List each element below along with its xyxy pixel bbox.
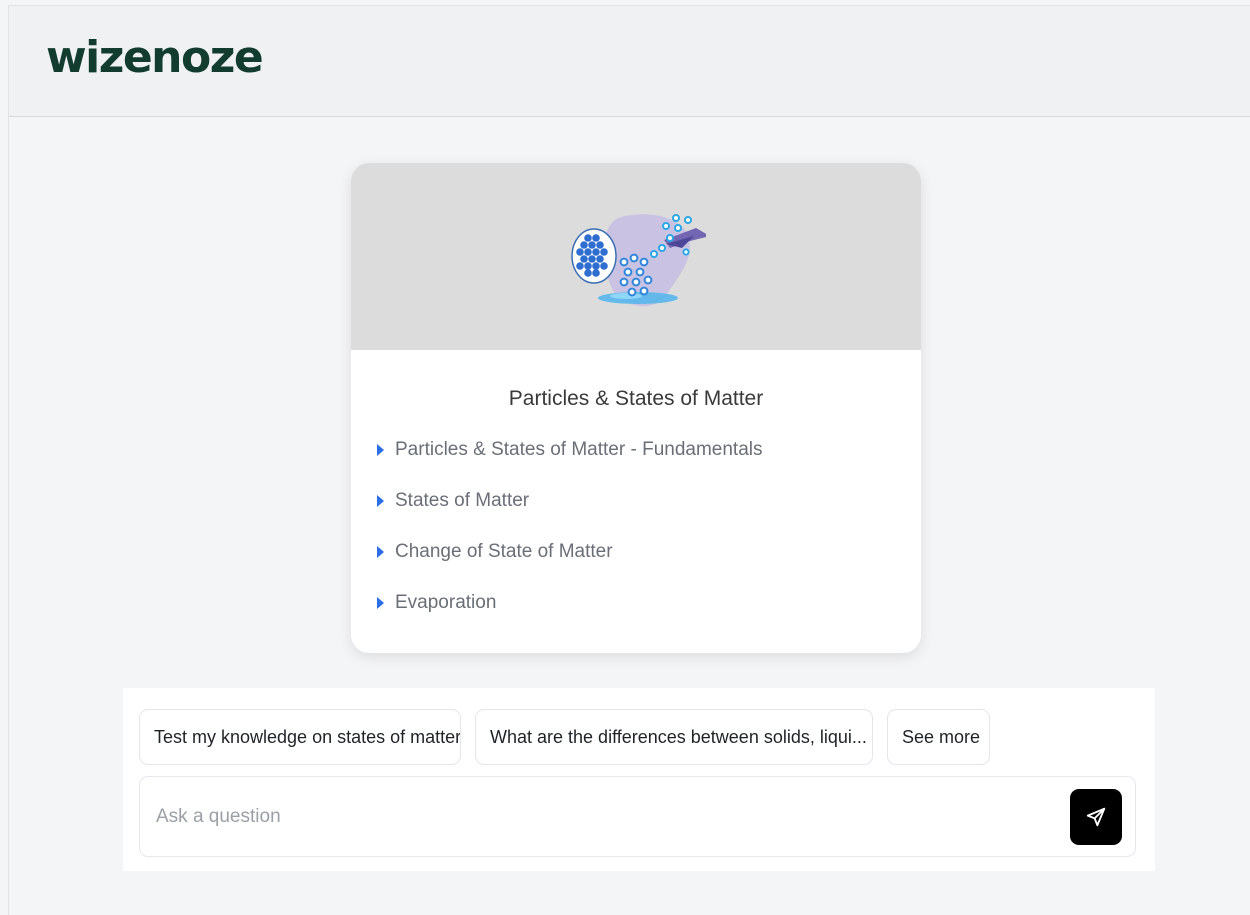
topic-item-label: Change of State of Matter <box>395 541 613 562</box>
topic-item-label: States of Matter <box>395 490 530 511</box>
chat-panel: Test my knowledge on states of matter Wh… <box>123 688 1155 871</box>
topic-list: Particles & States of Matter - Fundament… <box>377 439 763 643</box>
topic-item-states-of-matter[interactable]: States of Matter <box>377 490 763 541</box>
ask-question-input[interactable] <box>156 803 1036 831</box>
particles-illustration-icon <box>571 214 706 307</box>
app-frame: wizenoze Particles & States of Matter Pa… <box>8 5 1250 915</box>
topic-item-evaporation[interactable]: Evaporation <box>377 592 763 643</box>
topic-item-label: Particles & States of Matter - Fundament… <box>395 439 763 460</box>
topic-card-title: Particles & States of Matter <box>508 387 764 410</box>
topic-card: Particles & States of Matter Particles &… <box>351 163 921 653</box>
send-button[interactable] <box>1070 789 1122 845</box>
topic-item-change-of-state[interactable]: Change of State of Matter <box>377 541 763 592</box>
topic-card-image <box>351 163 921 350</box>
topic-item-fundamentals[interactable]: Particles & States of Matter - Fundament… <box>377 439 763 490</box>
topic-item-label: Evaporation <box>395 592 497 613</box>
see-more-button[interactable]: See more <box>887 709 990 765</box>
caret-right-icon <box>377 546 384 558</box>
caret-right-icon <box>377 597 384 609</box>
wizenoze-logo[interactable]: wizenoze <box>46 32 264 83</box>
header: wizenoze <box>9 6 1250 117</box>
ask-box <box>139 776 1136 857</box>
suggestion-chip-differences[interactable]: What are the differences between solids,… <box>475 709 873 765</box>
caret-right-icon <box>377 495 384 507</box>
suggestion-chip-test-knowledge[interactable]: Test my knowledge on states of matter <box>139 709 461 765</box>
caret-right-icon <box>377 444 384 456</box>
send-icon <box>1086 807 1106 827</box>
